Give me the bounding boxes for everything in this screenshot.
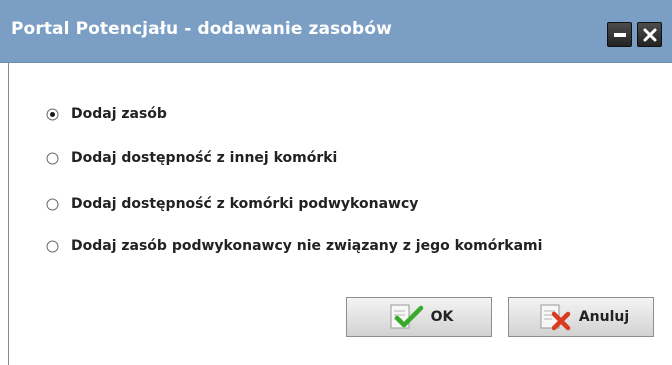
radio-add-availability-other-cell[interactable] xyxy=(46,152,59,165)
option-add-availability-other-cell[interactable]: Dodaj dostępność z innej komórki xyxy=(46,147,337,169)
minimize-icon xyxy=(614,33,626,37)
close-icon xyxy=(643,28,657,42)
option-add-subcontractor-resource[interactable]: Dodaj zasób podwykonawcy nie związany z … xyxy=(46,235,542,257)
radio-add-subcontractor-resource[interactable] xyxy=(46,240,59,253)
window-border xyxy=(8,62,9,365)
option-label: Dodaj zasób xyxy=(71,106,167,122)
document-checkmark-icon xyxy=(385,302,425,332)
ok-button[interactable]: OK xyxy=(346,297,492,337)
radio-add-availability-subcontractor[interactable] xyxy=(46,198,59,211)
document-cross-icon xyxy=(533,302,573,332)
option-label: Dodaj dostępność z komórki podwykonawcy xyxy=(71,196,419,212)
ok-label: OK xyxy=(430,309,454,325)
dialog-window: Portal Potencjału - dodawanie zasobów Do… xyxy=(0,0,672,365)
window-title: Portal Potencjału - dodawanie zasobów xyxy=(11,19,392,39)
cancel-button[interactable]: Anuluj xyxy=(508,297,654,337)
option-add-availability-subcontractor[interactable]: Dodaj dostępność z komórki podwykonawcy xyxy=(46,193,418,215)
option-label: Dodaj zasób podwykonawcy nie związany z … xyxy=(71,238,543,254)
close-button[interactable] xyxy=(637,22,662,47)
option-add-resource[interactable]: Dodaj zasób xyxy=(46,103,167,125)
cancel-label: Anuluj xyxy=(578,309,630,325)
title-bar[interactable]: Portal Potencjału - dodawanie zasobów xyxy=(0,0,672,63)
option-label: Dodaj dostępność z innej komórki xyxy=(71,150,338,166)
minimize-button[interactable] xyxy=(607,22,632,47)
radio-add-resource[interactable] xyxy=(46,108,59,121)
